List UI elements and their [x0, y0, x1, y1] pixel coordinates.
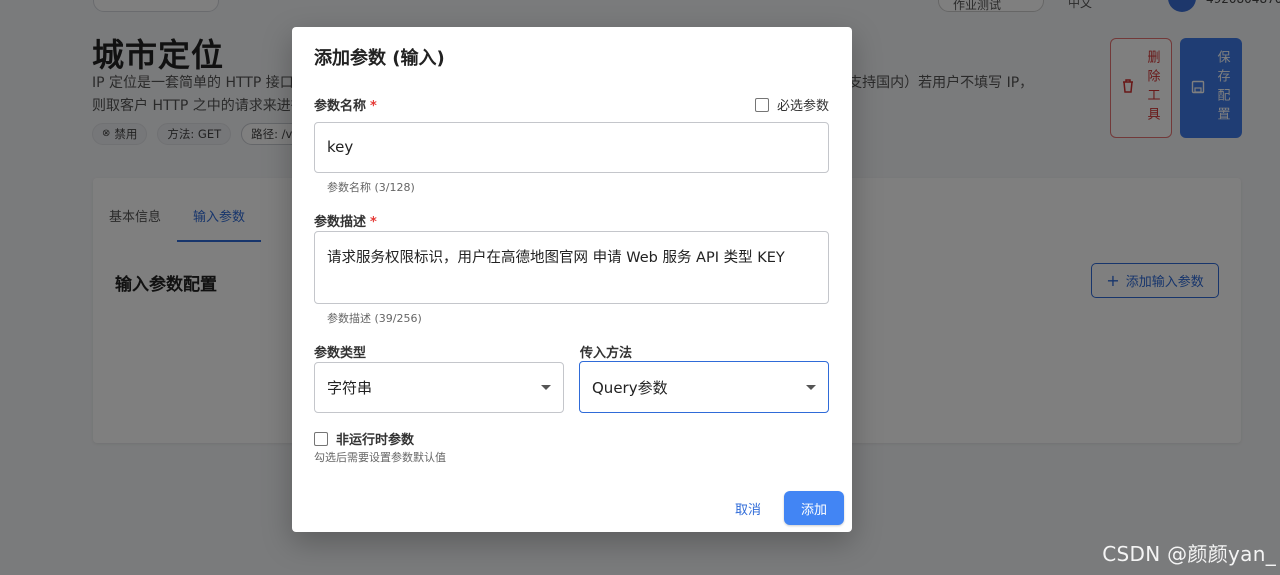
param-desc-textarea[interactable]: 请求服务权限标识，用户在高德地图官网 申请 Web 服务 API 类型 KEY	[314, 231, 829, 304]
param-type-select[interactable]: 字符串	[314, 362, 564, 413]
chevron-down-icon	[541, 385, 551, 390]
required-param-label: 必选参数	[777, 99, 830, 114]
param-method-label: 传入方法	[580, 346, 633, 361]
param-name-helper: 参数名称 (3/128)	[327, 181, 415, 194]
param-name-input[interactable]: key	[314, 122, 829, 173]
add-button[interactable]: 添加	[784, 491, 844, 525]
non-runtime-param-helper: 勾选后需要设置参数默认值	[314, 451, 446, 464]
param-name-label-text: 参数名称	[314, 99, 367, 114]
param-type-label: 参数类型	[314, 346, 367, 361]
required-mark: *	[370, 99, 377, 114]
add-param-dialog: 添加参数 (输入) 参数名称 * 必选参数 key 参数名称 (3/128) 参数…	[292, 27, 852, 532]
checkbox-icon[interactable]	[755, 97, 769, 112]
param-method-select[interactable]: Query参数	[579, 361, 829, 413]
checkbox-icon[interactable]	[314, 431, 328, 446]
cancel-button[interactable]: 取消	[726, 495, 770, 521]
param-desc-label-text: 参数描述	[314, 215, 367, 230]
param-type-value: 字符串	[327, 379, 373, 397]
param-method-value: Query参数	[592, 378, 668, 397]
param-name-label: 参数名称 *	[314, 95, 377, 114]
chevron-down-icon	[806, 384, 816, 390]
required-param-checkbox[interactable]: 必选参数	[755, 95, 829, 114]
required-mark: *	[370, 215, 377, 230]
non-runtime-param-checkbox[interactable]: 非运行时参数	[314, 429, 414, 448]
dialog-title: 添加参数 (输入)	[314, 48, 445, 69]
non-runtime-param-label: 非运行时参数	[336, 433, 415, 448]
param-desc-label: 参数描述 *	[314, 211, 377, 230]
param-desc-helper: 参数描述 (39/256)	[327, 312, 422, 325]
watermark: CSDN @颜颜yan_	[1102, 542, 1276, 566]
